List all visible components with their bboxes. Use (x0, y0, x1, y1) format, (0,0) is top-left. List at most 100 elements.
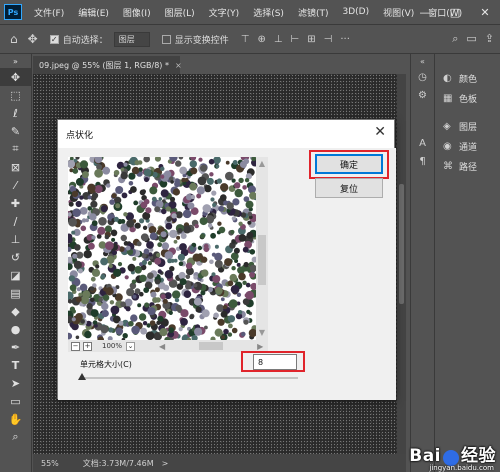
auto-select-checkbox[interactable]: ✓ (49, 34, 59, 44)
scroll-right-icon[interactable]: ▶ (257, 342, 263, 351)
workspace-icon[interactable]: ▭ (466, 32, 476, 46)
character-icon[interactable]: A (411, 134, 434, 152)
menu-select[interactable]: 选择(S) (253, 6, 284, 19)
status-bar: 55% 文档:3.73M/7.46M > (33, 454, 406, 472)
cell-size-slider-track[interactable] (80, 377, 298, 379)
menu-filter[interactable]: 滤镜(T) (298, 6, 329, 19)
healing-tool-icon[interactable]: ✚ (0, 194, 31, 212)
cell-size-label: 单元格大小(C) (80, 360, 132, 369)
scroll-down-icon[interactable]: ▼ (257, 328, 267, 338)
share-icon[interactable]: ⇪ (485, 32, 494, 46)
align-bottom-icon[interactable]: ⊥ (274, 34, 283, 45)
more-options-icon[interactable]: ··· (340, 34, 350, 45)
photoshop-logo: Ps (4, 4, 22, 20)
panel-paths[interactable]: ⌘ 路径 (435, 156, 500, 176)
panel-color[interactable]: ◐ 颜色 (435, 68, 500, 88)
frame-tool-icon[interactable]: ⊠ (0, 158, 31, 176)
properties-icon[interactable]: ⚙ (411, 86, 434, 104)
gradient-tool-icon[interactable]: ▤ (0, 284, 31, 302)
paragraph-icon[interactable]: ¶ (411, 152, 434, 170)
panel-paths-label: 路径 (459, 162, 478, 173)
swatches-icon: ▦ (443, 92, 453, 104)
scrollbar-thumb[interactable] (399, 184, 404, 304)
quick-select-tool-icon[interactable]: ✎ (0, 122, 31, 140)
panel-color-label: 颜色 (459, 74, 478, 85)
menu-layer[interactable]: 图层(L) (165, 6, 195, 19)
dialog-body: ▲ ▼ − + 100% ⌄ ◀ ▶ 确定 复位 单元格大小(C) 8 (58, 148, 396, 400)
shape-tool-icon[interactable]: ▭ (0, 392, 31, 410)
show-transform-label: 显示变换控件 (174, 35, 229, 46)
hand-tool-icon[interactable]: ✋ (0, 410, 31, 428)
lasso-tool-icon[interactable]: ℓ (0, 104, 31, 122)
pointillize-preview-image (68, 157, 256, 340)
panel-swatches[interactable]: ▦ 色板 (435, 88, 500, 108)
menu-edit[interactable]: 编辑(E) (78, 6, 109, 19)
menu-3d[interactable]: 3D(D) (342, 7, 369, 17)
eraser-tool-icon[interactable]: ◪ (0, 266, 31, 284)
move-tool-icon[interactable]: ✥ (28, 32, 38, 46)
panel-swatches-label: 色板 (459, 94, 478, 105)
panel-layers-label: 图层 (459, 122, 478, 133)
paths-icon: ⌘ (443, 160, 453, 172)
move-tool-icon[interactable]: ✥ (0, 68, 31, 86)
align-right-icon[interactable]: ⊣ (324, 34, 333, 45)
zoom-dropdown-icon[interactable]: ⌄ (126, 341, 136, 351)
panel-layers[interactable]: ◈ 图层 (435, 116, 500, 136)
home-icon[interactable]: ⌂ (10, 32, 18, 46)
align-center-icon[interactable]: ⊞ (307, 34, 315, 45)
preview-vertical-scrollbar[interactable]: ▲ ▼ (256, 157, 268, 340)
type-tool-icon[interactable]: T (0, 356, 31, 374)
document-tab[interactable]: 09.jpeg @ 55% (图层 1, RGB/8) * × (33, 56, 182, 74)
status-menu-arrow[interactable]: > (162, 459, 169, 468)
collapse-panels-icon[interactable]: « (411, 54, 434, 68)
scroll-up-icon[interactable]: ▲ (257, 159, 267, 169)
panel-channels[interactable]: ◉ 通道 (435, 136, 500, 156)
align-top-icon[interactable]: ⊤ (241, 34, 250, 45)
zoom-out-button[interactable]: − (71, 341, 80, 351)
menu-image[interactable]: 图像(I) (123, 6, 151, 19)
close-window-button[interactable]: ✕ (470, 6, 500, 19)
tools-panel: » ✥ ⬚ ℓ ✎ ⌗ ⊠ ⁄ ✚ ∕ ⊥ ↺ ◪ ▤ ◆ ● ✒ T ➤ ▭ … (0, 54, 32, 472)
menu-file[interactable]: 文件(F) (34, 6, 64, 19)
brush-tool-icon[interactable]: ∕ (0, 212, 31, 230)
align-left-icon[interactable]: ⊢ (291, 34, 300, 45)
status-doc-size: 文档:3.73M/7.46M (82, 458, 154, 468)
search-icon[interactable]: ⌕ (452, 32, 458, 46)
close-tab-icon[interactable]: × (175, 61, 182, 70)
history-brush-tool-icon[interactable]: ↺ (0, 248, 31, 266)
align-middle-icon[interactable]: ⊕ (257, 34, 265, 45)
ok-button[interactable]: 确定 (315, 154, 383, 174)
zoom-tool-icon[interactable]: ⌕ (0, 428, 31, 446)
status-zoom[interactable]: 55% (41, 459, 59, 468)
auto-select-label: 自动选择： (62, 35, 108, 46)
path-select-tool-icon[interactable]: ➤ (0, 374, 31, 392)
maximize-button[interactable]: □ (440, 6, 470, 19)
canvas-vertical-scrollbar[interactable] (397, 74, 406, 454)
eyedropper-tool-icon[interactable]: ⁄ (0, 176, 31, 194)
filter-preview[interactable] (68, 157, 256, 340)
stamp-tool-icon[interactable]: ⊥ (0, 230, 31, 248)
preview-hscroll-thumb[interactable] (199, 342, 224, 350)
dialog-close-button[interactable]: ✕ (374, 124, 386, 140)
align-buttons: ⊤ ⊕ ⊥ ⊢ ⊞ ⊣ ··· (241, 34, 350, 45)
channels-icon: ◉ (443, 140, 452, 152)
dodge-tool-icon[interactable]: ● (0, 320, 31, 338)
minimize-button[interactable]: — (410, 6, 440, 19)
zoom-in-button[interactable]: + (83, 341, 92, 351)
menu-type[interactable]: 文字(Y) (209, 6, 240, 19)
marquee-tool-icon[interactable]: ⬚ (0, 86, 31, 104)
auto-select-dropdown[interactable]: 图层 (113, 31, 150, 47)
scroll-left-icon[interactable]: ◀ (159, 342, 165, 351)
collapse-icon[interactable]: » (0, 54, 31, 68)
window-controls: — □ ✕ (410, 0, 500, 24)
preview-scroll-thumb[interactable] (258, 235, 266, 285)
pen-tool-icon[interactable]: ✒ (0, 338, 31, 356)
history-icon[interactable]: ◷ (411, 68, 434, 86)
cell-size-input[interactable]: 8 (253, 354, 297, 370)
reset-button[interactable]: 复位 (315, 178, 383, 198)
palette-icon: ◐ (443, 72, 452, 84)
show-transform-checkbox[interactable] (161, 34, 171, 44)
blur-tool-icon[interactable]: ◆ (0, 302, 31, 320)
cell-size-slider-thumb[interactable] (78, 373, 86, 380)
crop-tool-icon[interactable]: ⌗ (0, 140, 31, 158)
